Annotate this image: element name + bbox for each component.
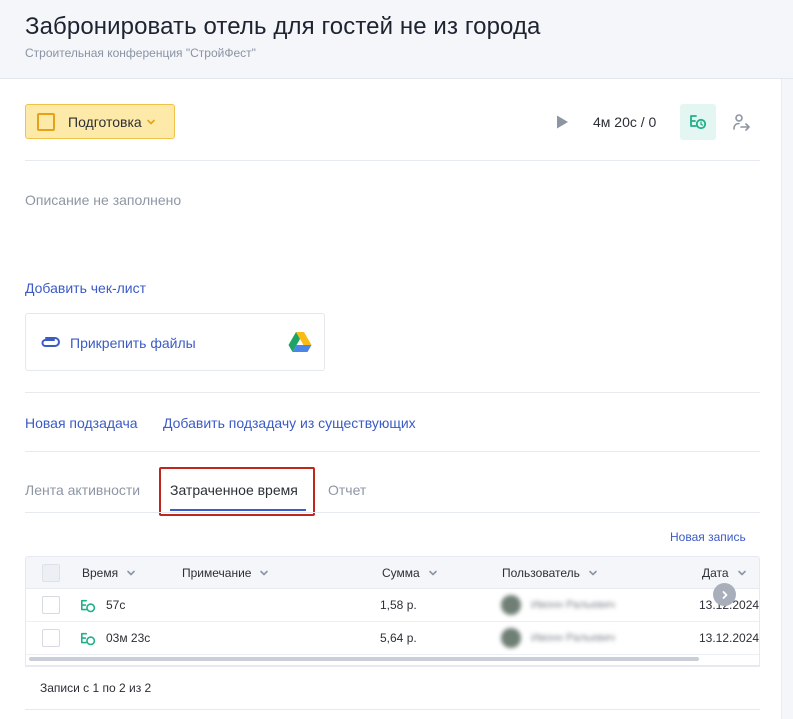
chevron-down-icon (127, 570, 135, 576)
page-title: Забронировать отель для гостей не из гор… (25, 13, 541, 40)
entry-user: Ивонн Ральевич (501, 625, 649, 651)
attach-files-link[interactable]: Прикрепить файлы (70, 335, 196, 351)
table-header: Время Примечание Сумма Пользователь Дата (26, 557, 759, 589)
status-square-icon (37, 112, 55, 131)
highlight-annotation (159, 467, 315, 516)
time-track-icon (80, 599, 96, 613)
user-name: Ивонн Ральевич (531, 632, 616, 644)
assign-icon[interactable] (731, 113, 751, 133)
column-header-date[interactable]: Дата (702, 566, 747, 580)
status-dropdown[interactable]: Подготовка (25, 104, 175, 139)
entry-sum: 1,58 р. (380, 598, 417, 612)
avatar (501, 595, 521, 615)
divider (25, 451, 760, 452)
add-checklist-link[interactable]: Добавить чек-лист (25, 280, 146, 296)
chevron-right-icon (722, 590, 727, 599)
entry-user: Ивонн Ральевич (501, 592, 649, 618)
tab-activity-feed[interactable]: Лента активности (25, 482, 140, 498)
column-header-time[interactable]: Время (82, 566, 136, 580)
time-track-icon (690, 115, 707, 130)
table-row[interactable]: 57с 1,58 р. Ивонн Ральевич 13.12.2024 (26, 589, 759, 622)
add-existing-subtask-link[interactable]: Добавить подзадачу из существующих (163, 415, 416, 431)
chevron-down-icon (260, 570, 269, 576)
column-header-sum[interactable]: Сумма (382, 566, 438, 580)
time-track-button[interactable] (680, 104, 716, 140)
new-record-link[interactable]: Новая запись (670, 530, 746, 544)
row-checkbox[interactable] (42, 596, 60, 614)
row-checkbox[interactable] (42, 629, 60, 647)
pagination-info: Записи с 1 по 2 из 2 (40, 681, 152, 695)
entry-sum: 5,64 р. (380, 631, 417, 645)
user-name: Ивонн Ральевич (531, 599, 616, 611)
new-subtask-link[interactable]: Новая подзадача (25, 415, 138, 431)
google-drive-icon[interactable] (288, 331, 312, 353)
divider (25, 160, 760, 161)
table-row[interactable]: 03м 23с 5,64 р. Ивонн Ральевич 13.12.202… (26, 622, 760, 655)
column-header-note[interactable]: Примечание (182, 566, 269, 580)
tab-report[interactable]: Отчет (328, 482, 366, 498)
avatar (501, 628, 521, 648)
vertical-scrollbar[interactable] (781, 79, 793, 719)
paperclip-icon (41, 337, 60, 347)
entry-date: 13.12.2024 (699, 631, 760, 645)
chevron-down-icon (737, 570, 746, 576)
status-label: Подготовка (68, 113, 142, 130)
select-all-checkbox[interactable] (42, 564, 60, 582)
project-subtitle[interactable]: Строительная конференция "СтройФест" (25, 46, 256, 60)
page-header: Забронировать отель для гостей не из гор… (0, 0, 793, 79)
divider (25, 392, 760, 393)
chevron-down-icon (146, 119, 155, 124)
timer-readout: 4м 20с / 0 (593, 114, 657, 130)
time-entries-table: Время Примечание Сумма Пользователь Дата… (25, 556, 760, 666)
time-track-icon (80, 632, 96, 646)
table-footer: Записи с 1 по 2 из 2 (25, 666, 760, 710)
chevron-down-icon (428, 570, 437, 576)
attach-files-box: Прикрепить файлы (25, 313, 325, 371)
column-header-user[interactable]: Пользователь (502, 566, 598, 580)
play-icon[interactable] (554, 114, 570, 130)
description-placeholder[interactable]: Описание не заполнено (25, 192, 181, 208)
entry-time: 03м 23с (106, 631, 151, 645)
divider (25, 512, 760, 513)
horizontal-scrollbar[interactable] (29, 657, 699, 661)
scroll-right-button[interactable] (713, 583, 736, 606)
chevron-down-icon (589, 570, 597, 576)
entry-time: 57с (106, 598, 126, 612)
